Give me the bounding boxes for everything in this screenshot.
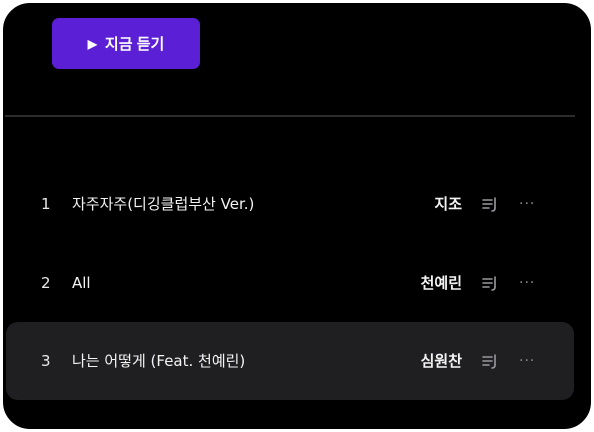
track-row-3[interactable]: 3 나는 어떻게 (Feat. 천예린) 심원찬 ··· xyxy=(6,322,574,400)
track-number: 2 xyxy=(41,274,51,292)
divider xyxy=(5,115,575,117)
track-row-1[interactable]: 1 자주자주(디깅클럽부산 Ver.) 지조 ··· xyxy=(6,165,574,243)
track-title[interactable]: All xyxy=(72,244,91,322)
track-artist[interactable]: 지조 xyxy=(434,165,462,243)
play-icon: ▶ xyxy=(87,36,97,51)
next-track-row-clipped xyxy=(69,421,469,429)
play-now-button[interactable]: ▶ 지금 듣기 xyxy=(52,18,200,69)
track-title[interactable]: 나는 어떻게 (Feat. 천예린) xyxy=(72,322,245,400)
more-options-icon[interactable]: ··· xyxy=(519,244,535,322)
music-player-window: ▶ 지금 듣기 1 자주자주(디깅클럽부산 Ver.) 지조 ··· 2 All… xyxy=(0,0,594,432)
track-artist[interactable]: 천예린 xyxy=(421,244,462,322)
add-to-queue-icon[interactable] xyxy=(480,194,500,214)
track-artist[interactable]: 심원찬 xyxy=(421,322,462,400)
track-number: 1 xyxy=(41,195,51,213)
track-title[interactable]: 자주자주(디깅클럽부산 Ver.) xyxy=(72,165,254,243)
more-options-icon[interactable]: ··· xyxy=(519,165,535,243)
add-to-queue-icon[interactable] xyxy=(480,351,500,371)
add-to-queue-icon[interactable] xyxy=(480,273,500,293)
track-row-2[interactable]: 2 All 천예린 ··· xyxy=(6,244,574,322)
track-number: 3 xyxy=(41,352,51,370)
play-now-label: 지금 듣기 xyxy=(104,36,165,53)
more-options-icon[interactable]: ··· xyxy=(519,322,535,400)
